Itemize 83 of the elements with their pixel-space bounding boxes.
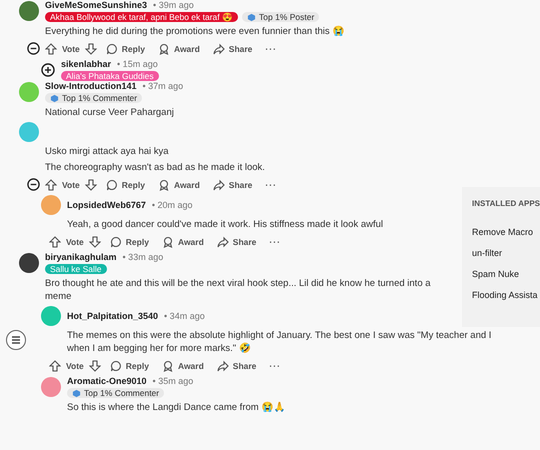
award-icon [162,236,174,248]
timestamp: • 39m ago [153,0,194,10]
expand-button[interactable] [41,63,55,77]
share-icon [212,178,225,190]
badge-icon [72,388,81,398]
reply-button[interactable]: Reply [106,236,153,248]
badge-icon [247,12,256,22]
more-button[interactable]: ··· [261,180,281,190]
vote-count: Vote [62,44,80,54]
menu-icon [10,334,22,346]
user-flair: Alia's Phataka Guddies [61,71,159,81]
award-button[interactable]: Award [154,178,204,190]
vote-count: Vote [62,180,80,190]
timestamp: • 15m ago [117,59,158,69]
award-button[interactable]: Award [158,236,208,248]
speech-bubble-icon [110,236,122,248]
app-link[interactable]: Flooding Assista [472,290,540,300]
timestamp: • 34m ago [164,311,205,321]
timestamp: • 33m ago [122,252,164,262]
username[interactable]: Slow-Introduction141 [45,81,137,91]
username[interactable]: Hot_Palpitation_3540 [67,311,158,321]
downvote-icon[interactable] [84,42,97,54]
username[interactable]: LopsidedWeb6767 [67,200,146,210]
timestamp: • 37m ago [142,81,184,91]
avatar[interactable] [19,1,39,21]
username[interactable]: GiveMeSomeSunshine3 [45,0,148,10]
achievement-badge[interactable]: Top 1% Commenter [67,388,164,398]
upvote-icon[interactable] [45,178,57,190]
reply-button[interactable]: Reply [102,42,149,54]
award-icon [158,42,170,54]
comment-text: The memes on this were the absolute highlight of January. The best one I saw was "My teacher and I when I am begging her for more marks." 🤣 [67,329,492,355]
reply-button[interactable]: Reply [102,178,149,190]
comment-text: Everything he did during the promotions were even funnier than this 😭 [45,25,346,38]
share-button[interactable]: Share [208,42,256,54]
comment-text: Yeah, a good dancer could've made it work. His stiffness made it look awful [67,218,384,231]
achievement-badge[interactable]: Top 1% Commenter [45,93,142,103]
speech-bubble-icon [106,42,118,54]
reply-button[interactable]: Reply [106,360,153,372]
collapse-button[interactable] [27,178,40,191]
share-button[interactable]: Share [212,360,260,372]
app-link[interactable]: Spam Nuke [472,269,540,279]
award-button[interactable]: Award [158,360,208,372]
downvote-icon[interactable] [88,360,101,372]
username[interactable]: Aromatic-One9010 [67,376,147,386]
username[interactable]: biryanikaghulam [45,252,117,262]
share-button[interactable]: Share [212,236,260,248]
comment-text: Bro thought he ate and this will be the next viral hook step... Lil did he know he turned into a meme [45,277,432,303]
upvote-icon[interactable] [49,360,61,372]
vote-count: Vote [66,360,84,370]
timestamp: • 20m ago [152,200,193,210]
more-button[interactable]: ··· [261,44,281,54]
app-link[interactable]: Remove Macro [472,227,540,237]
downvote-icon[interactable] [88,236,101,248]
speech-bubble-icon [110,360,122,372]
user-flair: Akhaa Bollywood ek taraf, apni Bebo ek taraf 😍 [45,12,238,22]
username[interactable]: sikenlabhar [61,59,112,69]
upvote-icon[interactable] [45,42,57,54]
upvote-icon[interactable] [49,236,61,248]
badge-icon [50,94,59,102]
share-icon [212,42,225,54]
award-icon [162,360,174,372]
comment-text: So this is where the Langdi Dance came from 😭🙏 [67,401,286,414]
downvote-icon[interactable] [84,178,97,190]
share-button[interactable]: Share [208,178,256,190]
panel-title: INSTALLED APPS [472,199,540,208]
more-button[interactable]: ··· [265,360,285,370]
app-link[interactable]: un-filter [472,248,540,258]
avatar[interactable] [19,253,39,273]
share-icon [216,360,229,372]
vote-count: Vote [66,236,84,246]
collapse-button[interactable] [27,42,40,55]
achievement-badge[interactable]: Top 1% Poster [242,12,320,22]
comment-text: The choreography wasn't as bad as he made it look. [45,161,266,174]
share-icon [216,236,229,248]
speech-bubble-icon [106,178,118,190]
award-button[interactable]: Award [154,42,204,54]
comment-text: Usko mirgi attack aya hai kya [45,145,170,158]
more-button[interactable]: ··· [265,236,285,246]
menu-button[interactable] [6,330,26,350]
award-icon [158,178,170,190]
timestamp: • 35m ago [152,376,194,386]
comment-text: National curse Veer Paharganj [45,106,175,119]
user-flair: Sallu ke Salle [45,264,107,274]
